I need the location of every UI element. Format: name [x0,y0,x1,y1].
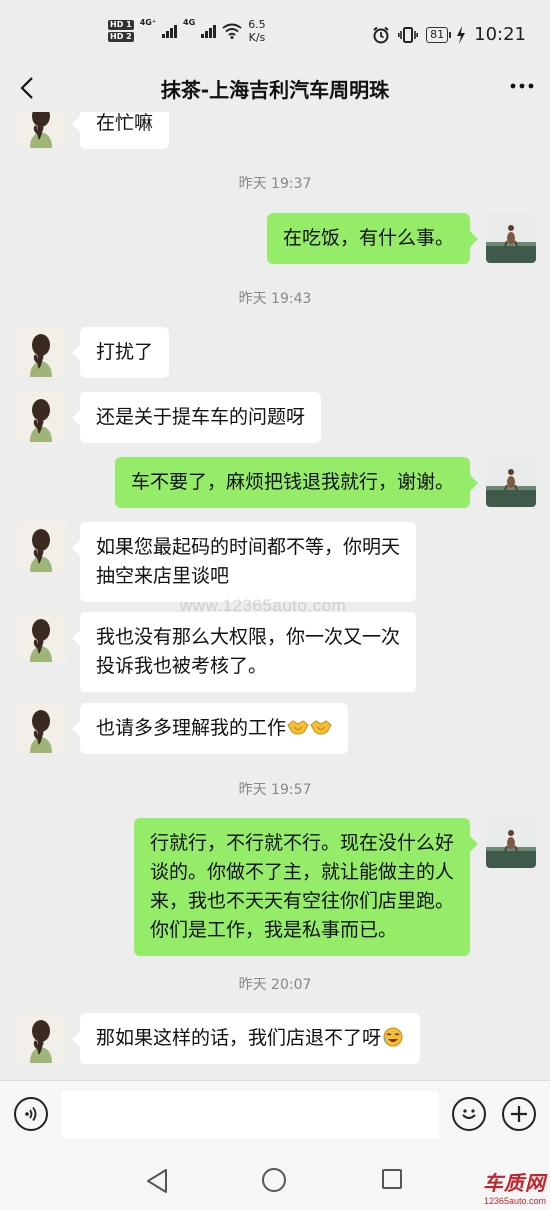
message-bubble-incoming[interactable]: 如果您最起码的时间都不等，你明天 抽空来店里谈吧 [71,522,417,602]
message-timestamp: 昨天 19:57 [238,782,312,798]
message-bubble-incoming[interactable]: 还是关于提车车的问题呀 [71,392,322,443]
contact-avatar[interactable] [16,392,66,442]
message-timestamp: 昨天 19:43 [238,291,312,307]
hd2-badge: HD 2 [108,32,134,42]
clock: 10:21 [474,24,526,45]
brand-logo: 车质网 12365auto.com [483,1167,546,1206]
charging-icon [457,25,466,44]
message-bubble-outgoing[interactable]: 行就行，不行就不行。现在没什么好 谈的。你做不了主，就让能做主的人 来，我也不天… [133,818,479,956]
input-bar [0,1080,550,1150]
alarm-icon [373,26,389,43]
message-bubble-incoming[interactable]: 那如果这样的话，我们店退不了呀 [71,1013,421,1064]
emoji-button[interactable] [452,1097,486,1131]
nav-recent-icon[interactable] [382,1169,402,1189]
handshake-emoji-icon [310,720,332,735]
status-bar: HD 1 HD 2 4G⁺ 4G 6.5 K/s 81 10:21 [0,0,550,64]
message-bubble-incoming[interactable]: 也请多多理解我的工作 [71,703,349,754]
nav-back-icon[interactable] [146,1168,168,1194]
message-bubble-incoming[interactable]: 我也没有那么大权限，你一次又一次 投诉我也被考核了。 [71,612,417,692]
signal-icon-2 [201,24,217,38]
message-text: 那如果这样的话，我们店退不了呀 [96,1027,382,1049]
chat-header: 抹茶-上海吉利汽车周明珠 [0,64,550,112]
my-avatar[interactable] [486,818,536,868]
speed-unit: K/s [248,31,266,44]
message-input[interactable] [61,1091,439,1139]
network-label-1: 4G⁺ [139,18,157,27]
message-list[interactable]: 在忙嘛 昨天 19:37 在吃饭，有什么事。 昨天 19:43 打扰了 还是关于… [0,112,550,1080]
hd1-badge: HD 1 [108,20,134,30]
message-bubble-outgoing[interactable]: 车不要了，麻烦把钱退我就行，谢谢。 [114,457,479,508]
contact-avatar[interactable] [16,522,66,572]
contact-avatar[interactable] [16,112,66,148]
more-dots-icon [510,83,534,89]
system-nav-bar: 车质网 12365auto.com [0,1150,550,1210]
plus-icon [511,1106,527,1122]
my-avatar[interactable] [486,213,536,263]
vibrate-icon [398,26,419,43]
brand-url: 12365auto.com [483,1196,546,1206]
contact-avatar[interactable] [16,1013,66,1063]
message-timestamp: 昨天 19:37 [238,176,312,192]
plus-button[interactable] [502,1097,536,1131]
my-avatar[interactable] [486,457,536,507]
message-bubble-incoming[interactable]: 在忙嘛 [71,112,170,149]
network-speed: 6.5 K/s [248,18,266,44]
status-left: HD 1 HD 2 4G⁺ 4G 6.5 K/s [108,18,266,44]
contact-avatar[interactable] [16,612,66,662]
emoji-icon [462,1109,476,1119]
brand-name: 车质网 [483,1171,546,1195]
status-right: 81 10:21 [372,24,526,45]
hd-badges: HD 1 HD 2 [108,20,134,42]
nav-home-icon[interactable] [262,1168,286,1192]
more-button[interactable] [510,74,534,104]
laughing-crying-emoji-icon [383,1027,403,1047]
wifi-icon [222,23,242,39]
handshake-emoji-icon [287,720,309,735]
battery-indicator: 81 [426,26,452,43]
speed-value: 6.5 [248,18,266,31]
message-bubble-incoming[interactable]: 打扰了 [71,327,170,378]
message-bubble-outgoing[interactable]: 在吃饭，有什么事。 [266,213,479,264]
contact-avatar[interactable] [16,703,66,753]
voice-button[interactable] [14,1097,48,1131]
contact-avatar[interactable] [16,327,66,377]
message-timestamp: 昨天 20:07 [238,977,312,993]
chat-title: 抹茶-上海吉利汽车周明珠 [160,78,390,102]
signal-icon [162,24,178,38]
network-label-2: 4G [183,18,196,27]
message-text: 也请多多理解我的工作 [96,717,287,739]
voice-icon [25,1106,37,1122]
